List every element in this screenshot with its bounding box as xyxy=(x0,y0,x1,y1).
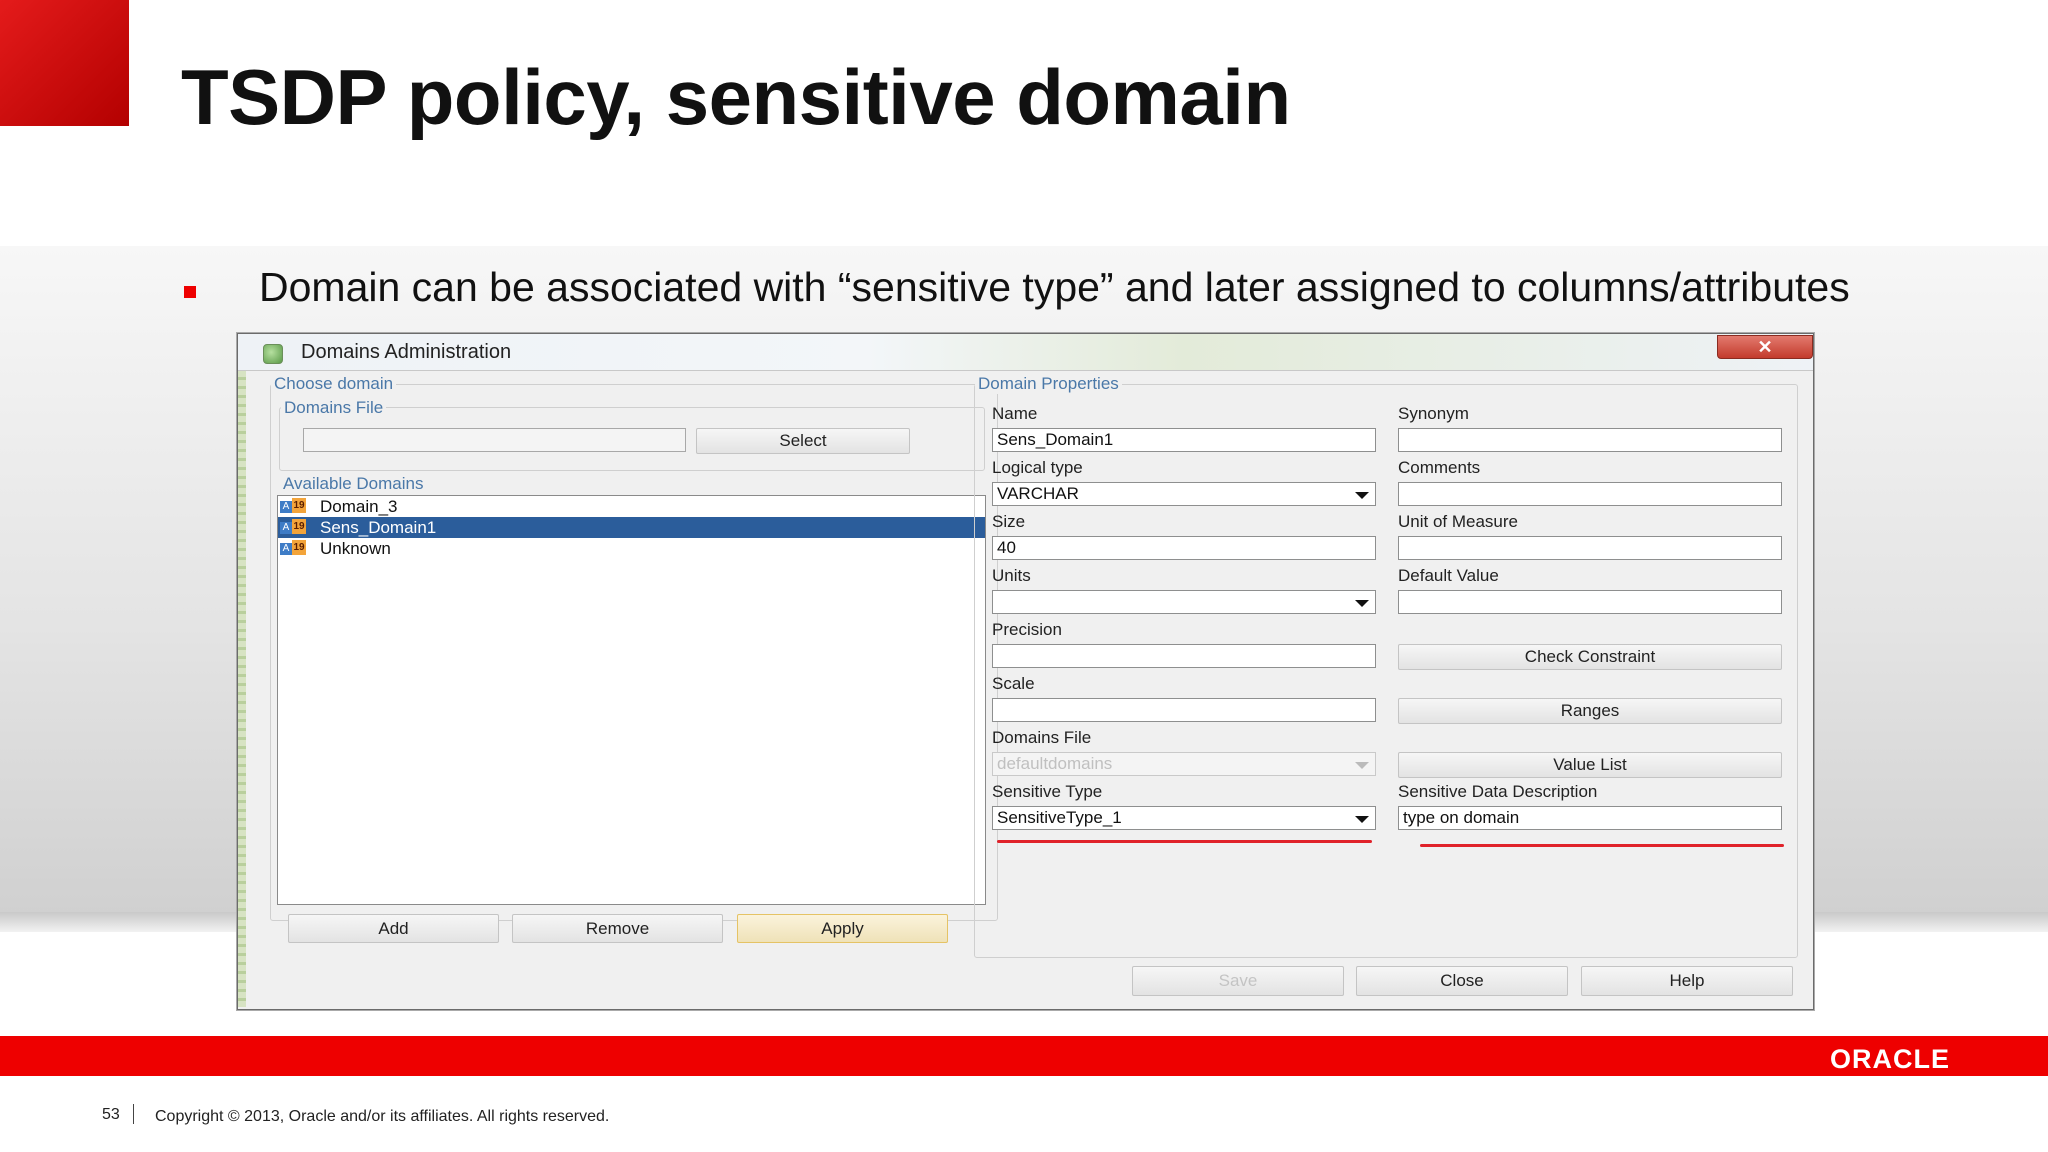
sensitive-desc-label: Sensitive Data Description xyxy=(1398,782,1598,801)
unit-of-measure-input[interactable] xyxy=(1398,536,1782,560)
precision-label: Precision xyxy=(992,620,1062,639)
check-constraint-button[interactable]: Check Constraint xyxy=(1398,644,1782,670)
bullet-text: Domain can be associated with “sensitive… xyxy=(259,264,1850,310)
domain-label: Domain_3 xyxy=(320,497,398,516)
sensitive-desc-input[interactable]: type on domain xyxy=(1398,806,1782,830)
domains-file-label: Domains File xyxy=(992,728,1092,747)
save-button[interactable]: Save xyxy=(1132,966,1344,996)
sensitive-type-select[interactable]: SensitiveType_1 xyxy=(992,806,1376,830)
domain-properties-panel: Domain Properties xyxy=(974,374,1798,958)
domain-label: Sens_Domain1 xyxy=(320,518,437,537)
close-window-button[interactable]: ✕ xyxy=(1717,335,1813,359)
sensitive-type-value: SensitiveType_1 xyxy=(997,808,1122,827)
default-value-input[interactable] xyxy=(1398,590,1782,614)
synonym-input[interactable] xyxy=(1398,428,1782,452)
domain-icon: A 19 xyxy=(280,498,310,514)
chevron-down-icon xyxy=(1355,492,1369,499)
available-domains-legend: Available Domains xyxy=(280,474,427,494)
list-item[interactable]: A 19 Unknown xyxy=(278,538,985,559)
add-button[interactable]: Add xyxy=(288,914,499,943)
oracle-logo: ORACLE xyxy=(1830,1044,1950,1074)
window-edge-strip xyxy=(238,371,246,1007)
bullet-icon xyxy=(184,286,196,298)
chevron-down-icon xyxy=(1355,816,1369,823)
comments-input[interactable] xyxy=(1398,482,1782,506)
synonym-label: Synonym xyxy=(1398,404,1469,423)
footer-divider xyxy=(133,1104,134,1124)
available-domains-list[interactable]: A 19 Domain_3 A 19 Sens_Domain1 A 19 Unknow… xyxy=(277,495,986,905)
domains-file-input[interactable] xyxy=(303,428,686,452)
page-number: 53 xyxy=(102,1106,120,1123)
default-value-label: Default Value xyxy=(1398,566,1499,585)
sensitive-type-label: Sensitive Type xyxy=(992,782,1103,801)
domains-file-value: defaultdomains xyxy=(997,754,1113,773)
apply-button[interactable]: Apply xyxy=(737,914,948,943)
chevron-down-icon xyxy=(1355,600,1369,607)
value-list-button[interactable]: Value List xyxy=(1398,752,1782,778)
domains-admin-dialog: Domains Administration ✕ Choose domain D… xyxy=(237,333,1814,1010)
domain-icon: A 19 xyxy=(280,519,310,535)
list-item-selected[interactable]: A 19 Sens_Domain1 xyxy=(278,517,985,538)
footer-bar xyxy=(0,1036,2048,1076)
domains-file-legend: Domains File xyxy=(281,398,387,418)
highlight-underline xyxy=(997,840,1372,843)
slide-title: TSDP policy, sensitive domain xyxy=(181,53,1291,141)
domain-icon: A 19 xyxy=(280,540,310,556)
domains-file-group: Domains File Select xyxy=(279,398,985,471)
logical-type-label: Logical type xyxy=(992,458,1083,477)
units-select[interactable] xyxy=(992,590,1376,614)
help-button[interactable]: Help xyxy=(1581,966,1793,996)
domain-properties-legend: Domain Properties xyxy=(975,374,1122,394)
domains-file-select: defaultdomains xyxy=(992,752,1376,776)
name-label: Name xyxy=(992,404,1038,423)
choose-domain-panel: Choose domain Domains File Select Availa… xyxy=(270,374,998,921)
domain-label: Unknown xyxy=(320,539,391,558)
size-input[interactable]: 40 xyxy=(992,536,1376,560)
unit-of-measure-label: Unit of Measure xyxy=(1398,512,1518,531)
precision-input[interactable] xyxy=(992,644,1376,668)
ranges-button[interactable]: Ranges xyxy=(1398,698,1782,724)
choose-domain-legend: Choose domain xyxy=(271,374,397,394)
list-item[interactable]: A 19 Domain_3 xyxy=(278,496,985,517)
dialog-app-icon xyxy=(263,344,283,364)
size-label: Size xyxy=(992,512,1026,531)
dialog-titlebar[interactable]: Domains Administration ✕ xyxy=(238,334,1813,371)
close-button[interactable]: Close xyxy=(1356,966,1568,996)
name-input[interactable]: Sens_Domain1 xyxy=(992,428,1376,452)
select-button[interactable]: Select xyxy=(696,428,910,454)
dialog-title: Domains Administration xyxy=(301,341,512,363)
highlight-underline xyxy=(1420,844,1784,847)
scale-label: Scale xyxy=(992,674,1035,693)
remove-button[interactable]: Remove xyxy=(512,914,723,943)
chevron-down-icon xyxy=(1355,762,1369,769)
logical-type-select[interactable]: VARCHAR xyxy=(992,482,1376,506)
corner-accent xyxy=(0,0,129,126)
copyright-text: Copyright © 2013, Oracle and/or its affi… xyxy=(155,1108,610,1125)
comments-label: Comments xyxy=(1398,458,1481,477)
scale-input[interactable] xyxy=(992,698,1376,722)
units-label: Units xyxy=(992,566,1031,585)
logical-type-value: VARCHAR xyxy=(997,484,1079,503)
